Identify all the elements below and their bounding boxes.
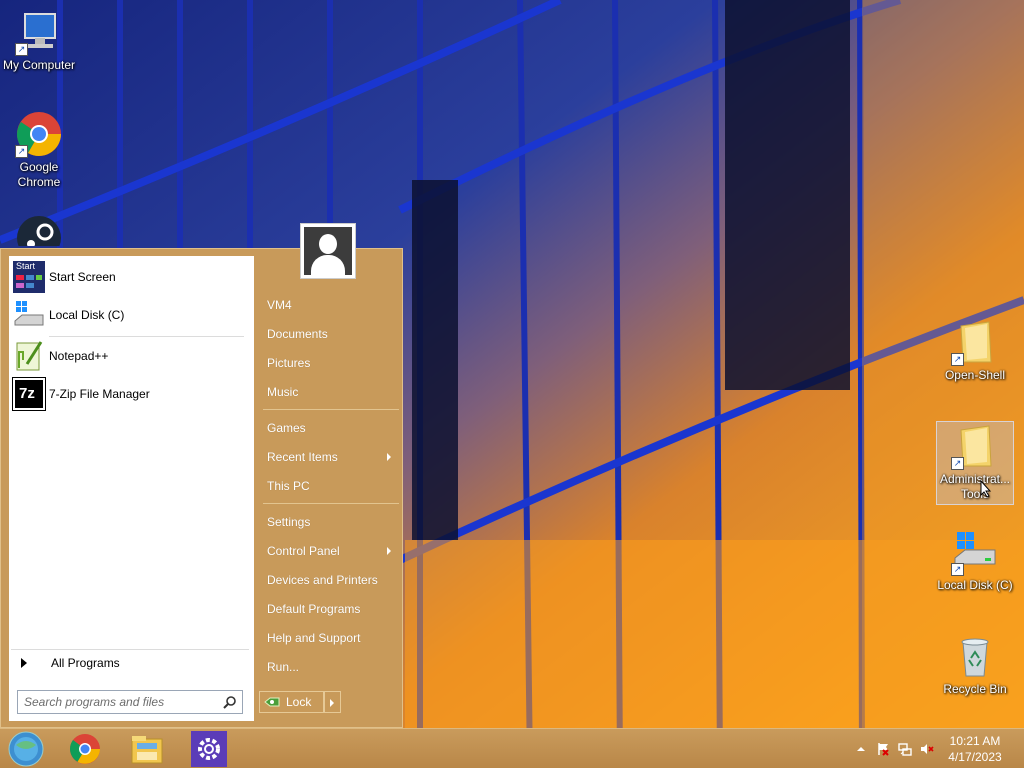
menu-item-devices-and-printers[interactable]: Devices and Printers	[259, 568, 399, 592]
desktop-icon-label: Administrat... Tools	[939, 472, 1011, 501]
drive-icon: ↗	[951, 528, 999, 576]
folder-icon: ↗	[951, 422, 999, 470]
menu-item-recent-items[interactable]: Recent Items	[259, 445, 399, 469]
lock-icon	[264, 697, 280, 707]
7zip-icon: 7z	[12, 377, 46, 411]
program-label: 7-Zip File Manager	[49, 387, 150, 401]
computer-icon: ↗	[15, 8, 63, 56]
program-notepadpp[interactable]: Notepad++	[13, 338, 249, 374]
desktop-icon-open-shell[interactable]: ↗ Open-Shell	[936, 318, 1014, 383]
divider	[263, 409, 399, 410]
desktop-icon-recycle-bin[interactable]: Recycle Bin	[936, 632, 1014, 697]
program-start-screen[interactable]: Start Start Screen	[13, 259, 249, 295]
settings-gear-icon	[198, 738, 220, 760]
shutdown-options-arrow[interactable]	[323, 691, 341, 713]
menu-item-settings[interactable]: Settings	[259, 510, 399, 534]
start-menu-places-pane: VM4 Documents Pictures Music Games Recen…	[259, 249, 404, 729]
taskbar-clock[interactable]: 10:21 AM 4/17/2023	[940, 733, 1010, 765]
menu-item-control-panel[interactable]: Control Panel	[259, 539, 399, 563]
shortcut-arrow-icon: ↗	[15, 145, 28, 158]
menu-item-default-programs[interactable]: Default Programs	[259, 597, 399, 621]
lock-button[interactable]: Lock	[259, 691, 325, 713]
menu-item-run[interactable]: Run...	[259, 655, 399, 679]
search-icon	[223, 696, 236, 709]
user-avatar-icon	[304, 227, 352, 275]
program-local-disk[interactable]: Local Disk (C)	[13, 297, 249, 333]
desktop-icon-label: Open-Shell	[944, 368, 1006, 382]
folder-icon: ↗	[951, 318, 999, 366]
mouse-cursor-icon	[980, 480, 992, 498]
divider	[11, 649, 249, 650]
menu-item-documents[interactable]: Documents	[259, 322, 399, 346]
program-label: Local Disk (C)	[49, 308, 125, 322]
search-input[interactable]: Search programs and files	[17, 690, 243, 714]
start-menu: Start Start Screen Local Disk (C) Notepa…	[0, 248, 403, 728]
shortcut-arrow-icon: ↗	[951, 563, 964, 576]
chrome-icon: ↗	[15, 110, 63, 158]
notepadpp-icon	[13, 340, 45, 372]
divider	[49, 336, 244, 337]
chrome-icon	[70, 734, 100, 764]
desktop-icon-administrative-tools[interactable]: ↗ Administrat... Tools	[936, 421, 1014, 505]
desktop-icon-local-disk[interactable]: ↗ Local Disk (C)	[936, 528, 1014, 593]
start-orb-icon	[8, 731, 44, 767]
file-explorer-icon	[131, 736, 163, 764]
clock-time: 10:21 AM	[949, 734, 1001, 748]
program-label: Notepad++	[49, 349, 109, 363]
desktop-icon-google-chrome[interactable]: ↗ Google Chrome	[0, 110, 78, 190]
show-hidden-icons-icon[interactable]	[854, 742, 868, 756]
taskbar-file-explorer-button[interactable]	[129, 731, 165, 767]
network-icon[interactable]	[898, 742, 912, 756]
start-screen-icon: Start	[13, 261, 45, 293]
divider	[263, 503, 399, 504]
submenu-arrow-icon	[387, 453, 391, 461]
program-7zip[interactable]: 7z 7-Zip File Manager	[12, 376, 249, 412]
taskbar-chrome-button[interactable]	[67, 731, 103, 767]
taskbar-settings-button[interactable]	[191, 731, 227, 767]
lock-label: Lock	[286, 695, 312, 709]
menu-item-pictures[interactable]: Pictures	[259, 351, 399, 375]
desktop-icon-label: Local Disk (C)	[937, 578, 1013, 592]
drive-icon	[13, 299, 45, 331]
shortcut-arrow-icon: ↗	[951, 457, 964, 470]
menu-item-this-pc[interactable]: This PC	[259, 474, 399, 498]
start-orb-button[interactable]	[8, 731, 44, 767]
shortcut-arrow-icon: ↗	[15, 43, 28, 56]
all-programs-label: All Programs	[51, 656, 120, 670]
shortcut-arrow-icon: ↗	[951, 353, 964, 366]
program-label: Start Screen	[49, 270, 116, 284]
recycle-bin-icon	[951, 632, 999, 680]
expand-arrow-icon	[21, 658, 27, 668]
desktop-icon-my-computer[interactable]: ↗ My Computer	[0, 8, 78, 73]
action-center-flag-icon[interactable]	[876, 742, 890, 756]
user-picture[interactable]	[300, 223, 356, 279]
system-tray: 10:21 AM 4/17/2023	[844, 729, 1024, 768]
search-placeholder: Search programs and files	[24, 695, 165, 709]
menu-item-help-and-support[interactable]: Help and Support	[259, 626, 399, 650]
steam-icon	[15, 214, 63, 246]
desktop-icon-label: My Computer	[2, 58, 76, 72]
submenu-arrow-icon	[387, 547, 391, 555]
desktop-icon-label: Recycle Bin	[943, 682, 1007, 696]
volume-muted-icon[interactable]	[920, 742, 934, 756]
clock-date: 4/17/2023	[948, 750, 1002, 764]
menu-item-music[interactable]: Music	[259, 380, 399, 404]
desktop-icon-label: Google Chrome	[17, 160, 61, 189]
desktop-icon-steam[interactable]	[0, 214, 78, 246]
menu-item-games[interactable]: Games	[259, 416, 399, 440]
menu-item-vm4[interactable]: VM4	[259, 293, 399, 317]
all-programs-button[interactable]: All Programs	[19, 651, 249, 675]
taskbar: 10:21 AM 4/17/2023	[0, 728, 1024, 768]
start-menu-programs-pane: Start Start Screen Local Disk (C) Notepa…	[9, 256, 254, 721]
